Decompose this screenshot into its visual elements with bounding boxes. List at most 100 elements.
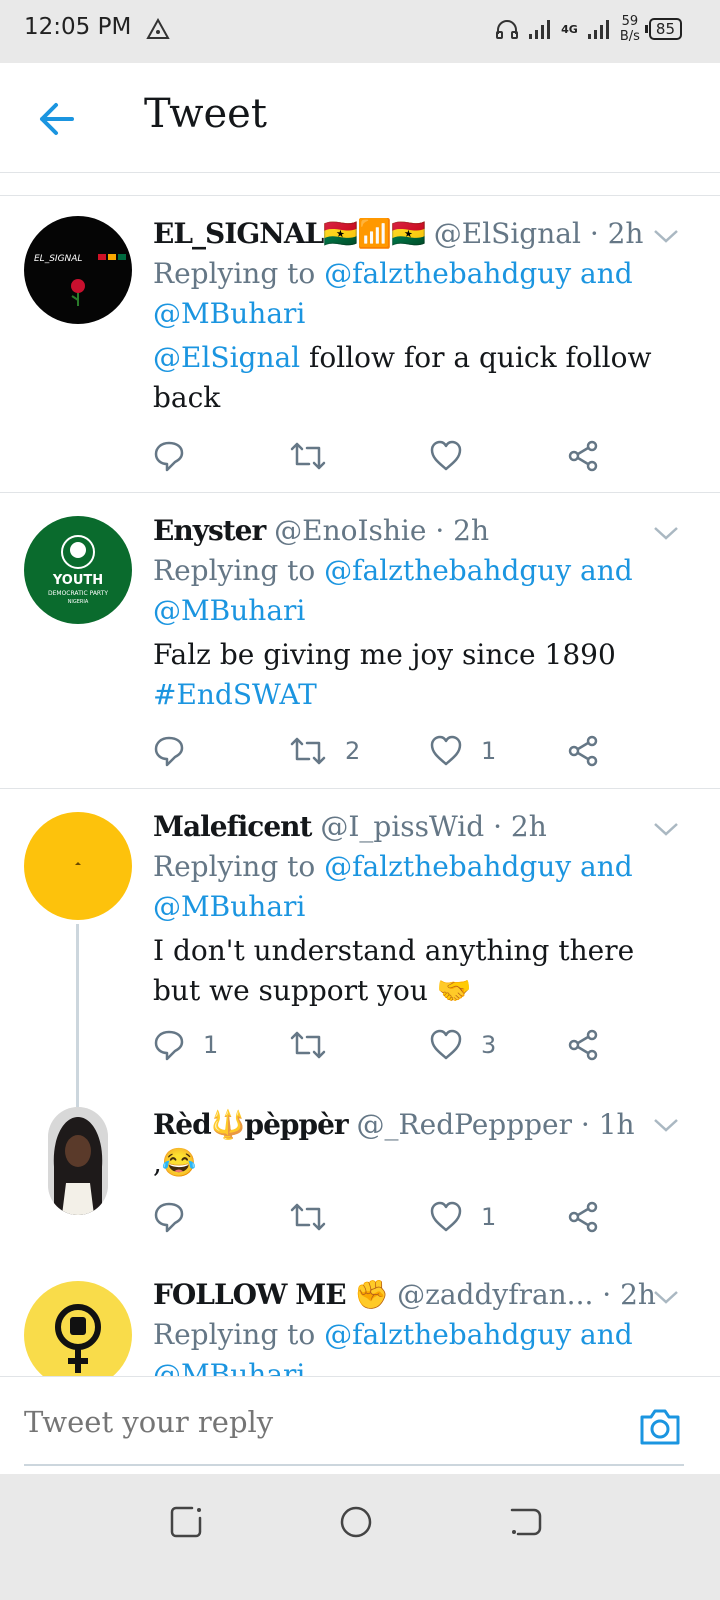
- mention-link[interactable]: @falzthebahdguy and: [324, 1318, 633, 1351]
- replying-prefix: Replying to: [153, 1318, 325, 1351]
- signal-icon: [529, 20, 551, 39]
- reply-icon: [154, 441, 184, 472]
- mention-link[interactable]: @falzthebahdguy and: [324, 554, 633, 587]
- share-button[interactable]: [567, 436, 599, 476]
- tweet-time: · 2h: [602, 1278, 656, 1311]
- display-name[interactable]: FOLLOW ME ✊: [153, 1278, 389, 1311]
- mention-link[interactable]: @MBuhari: [153, 1358, 305, 1376]
- avatar-image: YOUTH DEMOCRATIC PARTY NIGERIA: [48, 535, 108, 605]
- retweet-button[interactable]: [289, 1197, 345, 1237]
- avatar[interactable]: EL_SIGNAL: [24, 216, 132, 324]
- tweet-thread[interactable]: Maleficent @I_pissWid · 2h Replying to @…: [0, 789, 720, 1280]
- tweet-time: · 2h: [493, 810, 547, 843]
- chevron-down-icon[interactable]: [652, 226, 680, 246]
- user-handle[interactable]: @EnoIshie: [274, 514, 426, 547]
- retweet-icon: [290, 442, 326, 470]
- reply-input[interactable]: [24, 1405, 392, 1439]
- back-icon[interactable]: [506, 1502, 546, 1542]
- mention-link[interactable]: @MBuhari: [153, 297, 305, 330]
- avatar[interactable]: [24, 812, 132, 920]
- speed-unit: B/s: [619, 29, 640, 44]
- reply-button[interactable]: [153, 731, 203, 771]
- avatar-label: EL_SIGNAL: [34, 254, 82, 264]
- tweet-body: Enyster @EnoIshie · 2h Replying to @falz…: [153, 511, 660, 715]
- mention-link[interactable]: @falzthebahdguy and: [324, 850, 633, 883]
- share-button[interactable]: [567, 731, 599, 771]
- avatar-image: [48, 1107, 108, 1215]
- network-type: 4G: [561, 22, 578, 36]
- heart-icon: [430, 440, 462, 471]
- like-button[interactable]: 1: [429, 1197, 496, 1237]
- tweet[interactable]: FOLLOW ME ✊ @zaddyfran... · 2h Replying …: [0, 1257, 720, 1376]
- tweet-text: @ElSignal follow for a quick follow back: [153, 338, 660, 418]
- reply-button[interactable]: [153, 436, 203, 476]
- user-handle[interactable]: @zaddyfran...: [397, 1278, 593, 1311]
- share-button[interactable]: [567, 1197, 599, 1237]
- avatar[interactable]: YOUTH DEMOCRATIC PARTY NIGERIA: [24, 516, 132, 624]
- user-handle[interactable]: @_RedPeppper: [357, 1108, 572, 1141]
- chevron-down-icon[interactable]: [652, 1287, 680, 1307]
- display-name[interactable]: Rèd🔱pèppèr: [153, 1108, 349, 1141]
- heart-icon: [430, 1201, 462, 1232]
- like-count: 1: [481, 737, 497, 765]
- mention-link[interactable]: @falzthebahdguy and: [324, 257, 633, 290]
- tweet[interactable]: YOUTH DEMOCRATIC PARTY NIGERIA Enyster @…: [0, 493, 720, 789]
- tweet-text-content: Falz be giving me joy since 1890: [153, 638, 616, 671]
- avatar[interactable]: [48, 1107, 108, 1215]
- reply-button[interactable]: [153, 1197, 203, 1237]
- share-icon: [568, 1029, 598, 1061]
- display-name[interactable]: EL_SIGNAL🇬🇭📶🇬🇭: [153, 217, 426, 250]
- reply-button[interactable]: 1: [153, 1025, 218, 1065]
- replying-prefix: Replying to: [153, 850, 325, 883]
- retweet-icon: [290, 737, 326, 765]
- retweet-button[interactable]: [289, 436, 345, 476]
- share-icon: [568, 1201, 598, 1233]
- battery-level: 85: [655, 20, 675, 38]
- tweet-body: FOLLOW ME ✊ @zaddyfran... · 2h Replying …: [153, 1275, 660, 1376]
- replying-prefix: Replying to: [153, 554, 325, 587]
- thread-line: [76, 924, 79, 1112]
- chevron-down-icon[interactable]: [652, 523, 680, 543]
- tweet-time: · 2h: [589, 217, 644, 250]
- page-title: Tweet: [144, 91, 267, 137]
- user-handle[interactable]: @I_pissWid: [320, 810, 484, 843]
- reply-icon: [154, 736, 184, 767]
- reply-icon: [154, 1202, 184, 1233]
- user-handle[interactable]: @ElSignal: [434, 217, 581, 250]
- tweet-body: Maleficent @I_pissWid · 2h Replying to @…: [153, 807, 660, 1011]
- display-name[interactable]: Enyster: [153, 514, 266, 547]
- tweet[interactable]: EL_SIGNAL EL_SIGNAL🇬🇭📶🇬🇭 @ElSignal · 2h …: [0, 196, 720, 493]
- chevron-down-icon[interactable]: [652, 819, 680, 839]
- display-name[interactable]: Maleficent: [153, 810, 312, 843]
- tweet-time: · 2h: [435, 514, 490, 547]
- replying-to: Replying to @falzthebahdguy and @MBuhari: [153, 254, 660, 334]
- hashtag-link[interactable]: #EndSWAT: [153, 678, 317, 711]
- like-button[interactable]: 3: [429, 1025, 496, 1065]
- avatar-title: YOUTH: [52, 573, 103, 588]
- mention-link[interactable]: @MBuhari: [153, 594, 305, 627]
- chevron-down-icon[interactable]: [652, 1115, 680, 1135]
- arrow-left-icon[interactable]: [34, 97, 78, 141]
- status-icons: 4G 59 B/s 85: [495, 14, 682, 44]
- mention-link[interactable]: @MBuhari: [153, 890, 305, 923]
- tweet-text: I don't understand anything there but we…: [153, 934, 635, 1007]
- avatar[interactable]: [24, 1281, 132, 1376]
- replying-to: Replying to @falzthebahdguy and @MBuhari: [153, 1315, 660, 1376]
- mention-link[interactable]: @ElSignal: [153, 341, 300, 374]
- tweet-text: Falz be giving me joy since 1890 #EndSWA…: [153, 635, 660, 715]
- heart-icon: [430, 735, 462, 766]
- battery-icon: 85: [644, 18, 682, 40]
- recent-apps-icon[interactable]: [166, 1502, 206, 1542]
- like-button[interactable]: 1: [429, 731, 496, 771]
- avatar-image: [75, 862, 81, 865]
- speed-value: 59: [621, 14, 639, 29]
- avatar-image: EL_SIGNAL: [34, 254, 126, 306]
- retweet-button[interactable]: [289, 1025, 345, 1065]
- reply-bar: [0, 1376, 720, 1474]
- retweet-button[interactable]: 2: [289, 731, 360, 771]
- like-button[interactable]: [429, 436, 481, 476]
- camera-icon[interactable]: [638, 1407, 682, 1447]
- network-speed: 59 B/s: [620, 14, 640, 44]
- home-icon[interactable]: [336, 1502, 376, 1542]
- share-button[interactable]: [567, 1025, 599, 1065]
